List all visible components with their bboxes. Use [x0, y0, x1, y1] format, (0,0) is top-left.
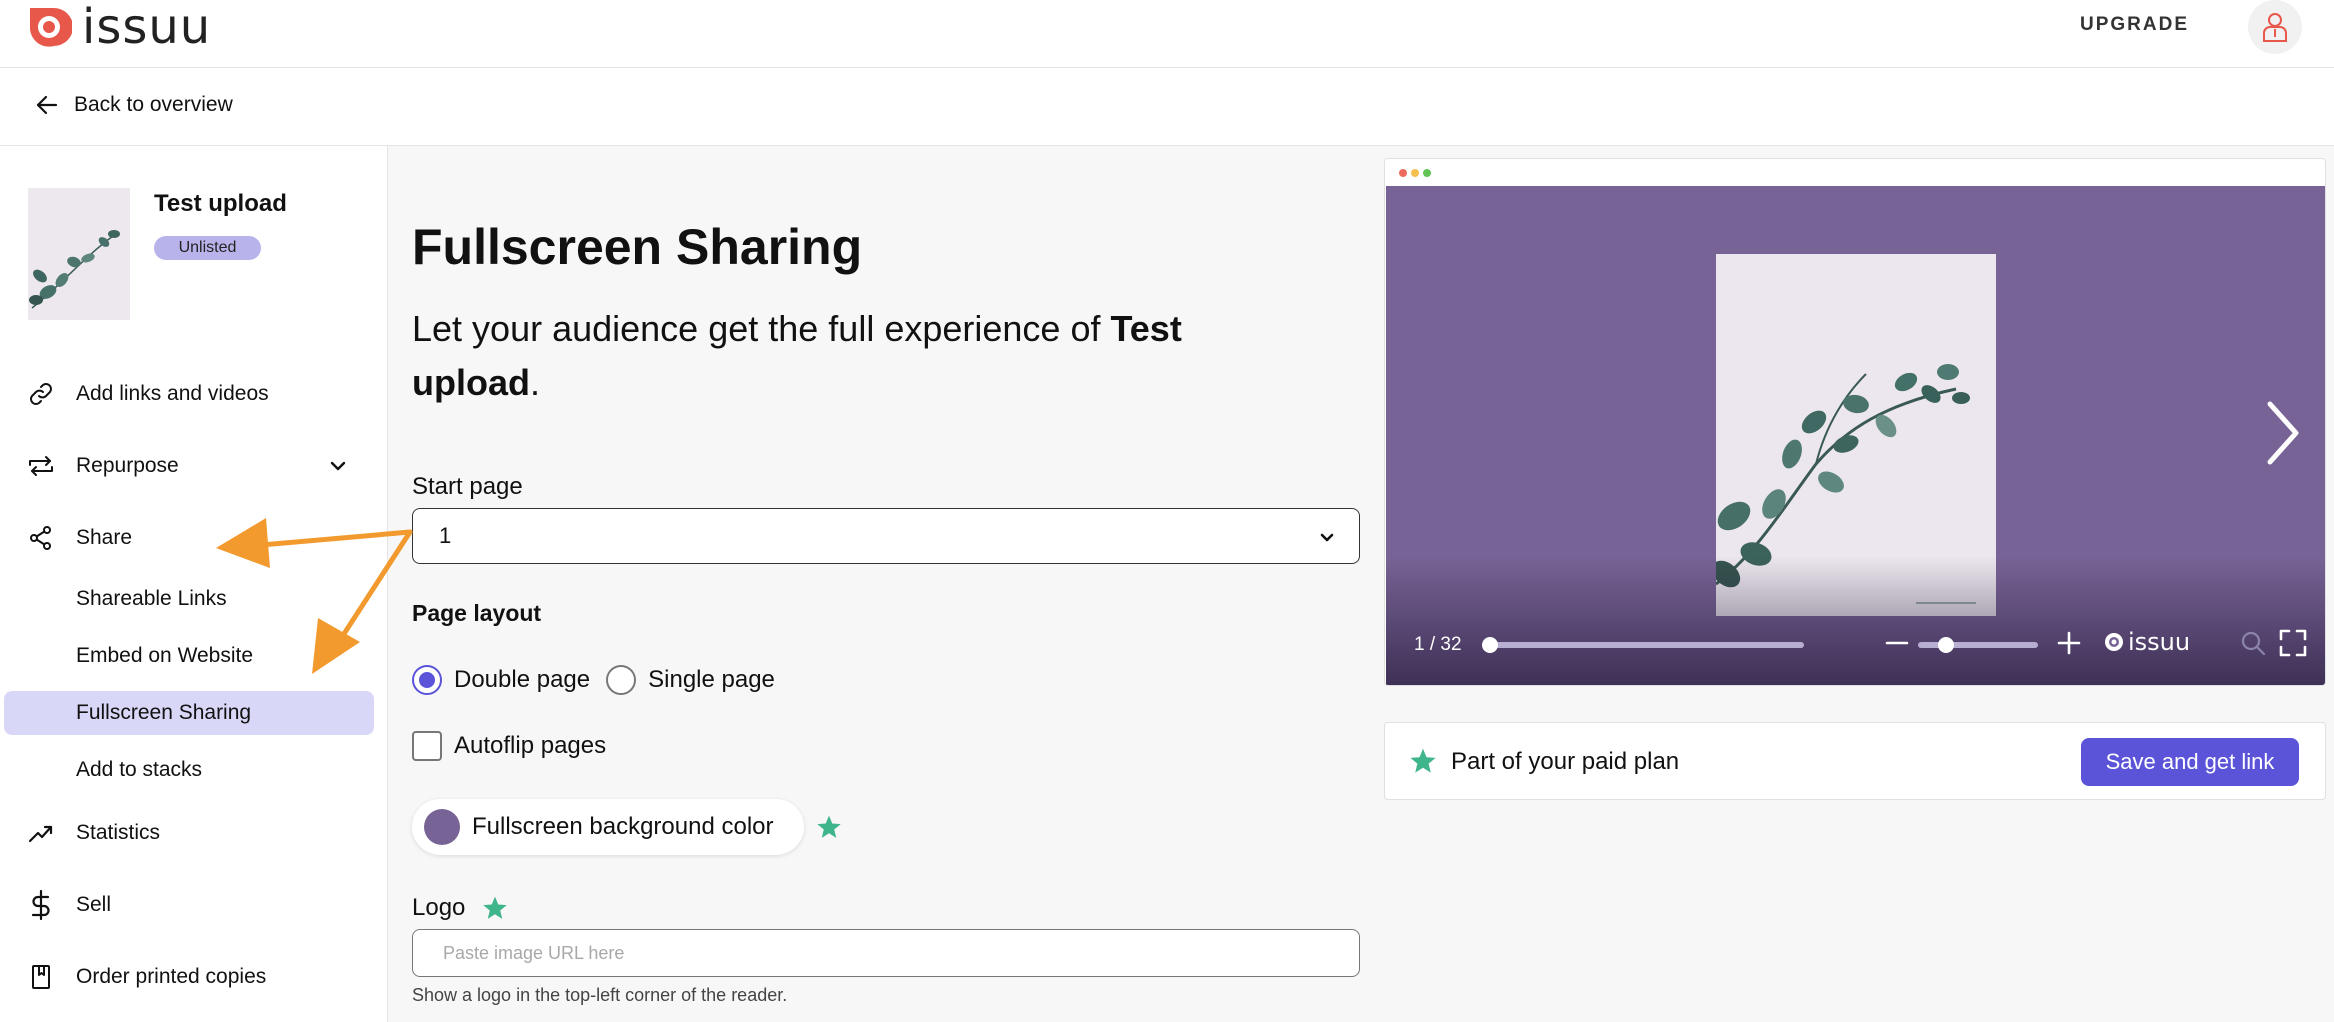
sidebar-subitem-label: Add to stacks — [76, 758, 203, 781]
double-page-radio[interactable] — [412, 665, 442, 695]
page-scrubber[interactable] — [1482, 637, 1804, 653]
window-close-dot — [1399, 169, 1407, 177]
page-description-text: Let your audience get the full experienc… — [412, 308, 1111, 349]
single-page-radio[interactable] — [606, 665, 637, 695]
back-bar: Back to overview — [0, 68, 2334, 146]
reader-preview: 1 / 32 issuu — [1384, 158, 2326, 686]
double-page-label[interactable]: Double page — [454, 666, 590, 694]
sidebar-item-order-printed-copies[interactable]: Order printed copies — [0, 953, 388, 1001]
arrow-left-icon — [36, 95, 58, 115]
sidebar-item-label: Add links and videos — [76, 382, 269, 405]
sidebar-item-sell[interactable]: Sell — [0, 881, 388, 929]
search-icon — [2241, 631, 2266, 656]
reader-stage: 1 / 32 issuu — [1386, 186, 2325, 685]
logo-label: Logo — [412, 894, 466, 921]
chevron-down-icon — [1320, 533, 1334, 542]
sidebar-subitem-shareable-links[interactable]: Shareable Links — [4, 577, 374, 621]
zoom-out-button[interactable] — [1882, 628, 1912, 658]
document-thumbnail[interactable] — [28, 188, 130, 320]
fullscreen-button[interactable] — [2278, 628, 2308, 658]
sidebar-subitem-label: Embed on Website — [76, 644, 254, 667]
dollar-icon — [26, 890, 56, 920]
chevron-down-icon[interactable] — [326, 454, 350, 478]
repurpose-icon — [26, 451, 56, 481]
reader-issuu-logo-text: issuu — [2128, 628, 2191, 656]
autoflip-label[interactable]: Autoflip pages — [454, 732, 606, 760]
premium-star-icon — [1410, 748, 1436, 773]
status-badge: Unlisted — [154, 236, 261, 260]
start-page-select[interactable]: 1 — [412, 508, 1360, 564]
page-description: Let your audience get the full experienc… — [412, 302, 1312, 410]
controls-shade — [1386, 556, 2325, 685]
autoflip-option: Autoflip pages — [412, 731, 606, 761]
back-to-overview-label: Back to overview — [74, 93, 233, 116]
sidebar-item-label: Repurpose — [76, 454, 179, 477]
issuu-logo-text: issuu — [82, 0, 212, 55]
sidebar: Test upload Unlisted Add links and video… — [0, 146, 388, 1022]
sidebar-item-label: Share — [76, 526, 133, 549]
start-page-value: 1 — [439, 523, 452, 548]
save-and-get-link-button[interactable]: Save and get link — [2081, 738, 2299, 786]
window-minimize-dot — [1411, 169, 1419, 177]
page-scrubber-handle[interactable] — [1482, 637, 1498, 653]
autoflip-checkbox[interactable] — [412, 731, 442, 761]
minus-icon — [1885, 641, 1909, 645]
issuu-logo-icon — [2105, 633, 2123, 651]
premium-star-icon — [817, 815, 841, 838]
sidebar-item-label: Statistics — [76, 821, 161, 844]
book-icon — [26, 962, 56, 992]
logo-url-input[interactable] — [412, 929, 1360, 977]
next-page-arrow-icon[interactable] — [2258, 398, 2304, 468]
user-icon — [2263, 13, 2287, 42]
sidebar-item-label: Sell — [76, 893, 112, 916]
sidebar-subitem-label: Shareable Links — [76, 587, 227, 610]
link-icon — [26, 379, 56, 409]
share-icon — [26, 523, 56, 553]
trending-up-icon — [26, 818, 56, 848]
sidebar-subitem-label: Fullscreen Sharing — [76, 701, 252, 724]
search-button[interactable] — [2238, 628, 2268, 658]
zoom-slider-handle[interactable] — [1938, 637, 1954, 653]
reader-issuu-logo[interactable]: issuu — [2104, 630, 2190, 654]
background-color-label: Fullscreen background color — [472, 813, 774, 840]
sidebar-subitem-embed-on-website[interactable]: Embed on Website — [4, 634, 374, 678]
color-swatch — [424, 809, 460, 845]
sidebar-subitem-add-to-stacks[interactable]: Add to stacks — [4, 748, 374, 792]
page-description-end: . — [529, 362, 540, 403]
document-title: Test upload — [154, 190, 287, 217]
avatar[interactable] — [2248, 0, 2302, 54]
fullscreen-icon — [2279, 629, 2307, 657]
sidebar-item-statistics[interactable]: Statistics — [0, 809, 388, 857]
plus-icon — [2057, 631, 2081, 655]
page-layout-label: Page layout — [412, 600, 542, 626]
single-page-label[interactable]: Single page — [648, 666, 775, 694]
sidebar-item-add-links[interactable]: Add links and videos — [0, 370, 388, 418]
premium-star-icon — [483, 896, 507, 919]
page-counter: 1 / 32 — [1414, 634, 1462, 655]
sidebar-item-repurpose[interactable]: Repurpose — [0, 442, 388, 490]
sidebar-subitem-fullscreen-sharing[interactable]: Fullscreen Sharing — [4, 691, 374, 735]
plan-card: Part of your paid plan Save and get link — [1384, 722, 2326, 800]
start-page-label: Start page — [412, 473, 523, 500]
window-maximize-dot — [1423, 169, 1431, 177]
top-bar: issuu UPGRADE — [0, 0, 2334, 68]
sidebar-item-label: Order printed copies — [76, 965, 267, 988]
sidebar-item-share[interactable]: Share — [0, 514, 388, 562]
zoom-slider[interactable] — [1918, 637, 2038, 653]
logo-hint: Show a logo in the top-left corner of th… — [412, 985, 788, 1005]
background-color-picker[interactable]: Fullscreen background color — [412, 799, 804, 855]
upgrade-button[interactable]: UPGRADE — [2080, 14, 2189, 36]
plan-text: Part of your paid plan — [1451, 748, 1680, 775]
zoom-in-button[interactable] — [2054, 628, 2084, 658]
issuu-logo-icon — [29, 8, 72, 47]
back-to-overview-link[interactable]: Back to overview — [34, 92, 233, 118]
issuu-logo[interactable]: issuu — [26, 2, 211, 52]
eucalyptus-thumbnail-image — [28, 188, 130, 320]
window-controls — [1399, 169, 1431, 177]
page-layout-options: Double page Single page — [412, 664, 791, 696]
page-title: Fullscreen Sharing — [412, 219, 863, 275]
